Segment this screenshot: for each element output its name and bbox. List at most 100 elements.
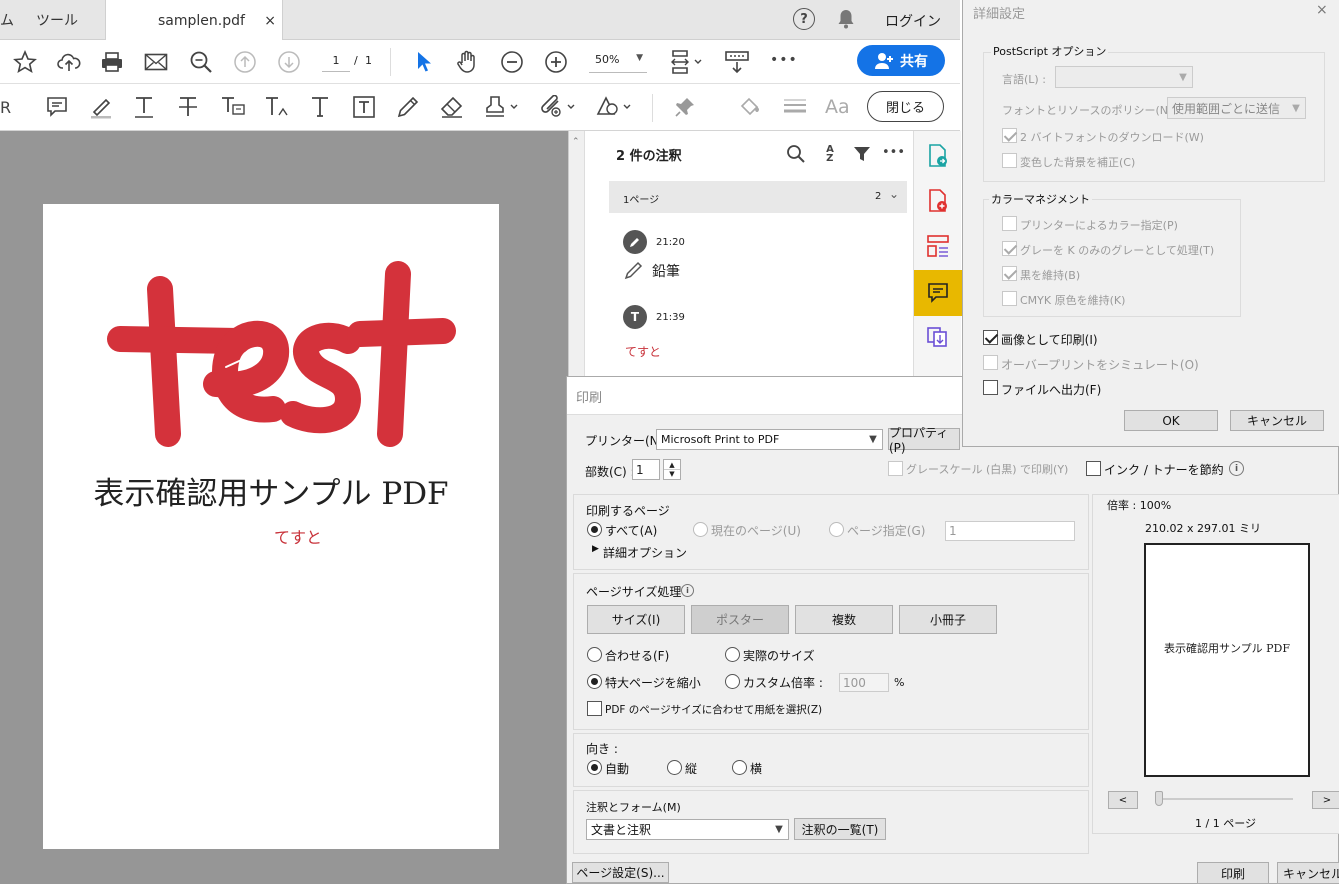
comment-tool-selected[interactable] bbox=[914, 270, 962, 316]
attach-icon[interactable] bbox=[538, 94, 578, 120]
copies-stepper[interactable]: ▲ ▼ bbox=[663, 459, 681, 480]
tab-document[interactable]: samplen.pdf × bbox=[105, 0, 283, 41]
preview-slider-track[interactable] bbox=[1155, 798, 1293, 800]
close-icon[interactable]: × bbox=[1316, 2, 1328, 18]
stamp-icon[interactable] bbox=[481, 94, 521, 120]
copies-input[interactable]: 1 bbox=[632, 459, 660, 480]
comments-list-button[interactable]: 注釈の一覧(T) bbox=[794, 818, 886, 840]
page-setup-button[interactable]: ページ設定(S)... bbox=[572, 862, 669, 883]
combine-files-icon[interactable] bbox=[926, 325, 950, 351]
font-size-icon[interactable]: Aa bbox=[825, 96, 850, 118]
close-icon[interactable]: × bbox=[264, 13, 276, 29]
poster-button[interactable]: ポスター bbox=[691, 605, 789, 634]
print-button[interactable]: 印刷 bbox=[1197, 862, 1269, 884]
info-icon[interactable]: i bbox=[681, 584, 694, 597]
properties-button[interactable]: プロパティ(P) bbox=[888, 426, 960, 455]
comment-group-header[interactable]: 1ページ 2 ⌄ bbox=[609, 181, 907, 213]
print-as-image-checkbox[interactable] bbox=[983, 330, 998, 345]
shrink-radio[interactable] bbox=[587, 674, 602, 689]
stepper-down-icon[interactable]: ▼ bbox=[664, 470, 680, 479]
save-ink-checkbox[interactable] bbox=[1086, 461, 1101, 476]
preview-slider-thumb[interactable] bbox=[1155, 791, 1163, 806]
sort-icon[interactable]: AZ bbox=[819, 143, 841, 165]
custom-scale-input[interactable]: 100 bbox=[839, 673, 889, 692]
page-spec-radio[interactable] bbox=[829, 522, 844, 537]
choose-paper-checkbox[interactable] bbox=[587, 701, 602, 716]
organize-pages-icon[interactable] bbox=[926, 233, 950, 259]
more-options-icon[interactable]: ••• bbox=[882, 145, 905, 160]
sticky-note-icon[interactable] bbox=[44, 94, 70, 120]
close-tool-button[interactable]: 閉じる bbox=[867, 91, 944, 122]
bell-icon[interactable] bbox=[835, 8, 857, 30]
select-cursor-icon[interactable] bbox=[411, 49, 437, 75]
fix-background-checkbox[interactable] bbox=[1002, 153, 1017, 168]
bookmark-star-icon[interactable] bbox=[12, 49, 38, 75]
page-range-input[interactable]: 1 bbox=[945, 521, 1075, 541]
next-page-button[interactable]: > bbox=[1312, 791, 1339, 809]
pdf-page[interactable]: 表示確認用サンプル PDF てすと bbox=[43, 204, 499, 849]
multiple-button[interactable]: 複数 bbox=[795, 605, 893, 634]
font-policy-select[interactable]: 使用範囲ごとに送信 ▼ bbox=[1167, 97, 1306, 119]
keep-black-checkbox[interactable] bbox=[1002, 266, 1017, 281]
info-icon[interactable]: i bbox=[1229, 461, 1244, 476]
prev-page-button[interactable]: < bbox=[1108, 791, 1138, 809]
line-weight-icon[interactable] bbox=[781, 94, 809, 120]
triangle-right-icon[interactable]: ▶ bbox=[592, 544, 599, 554]
printer-select[interactable]: Microsoft Print to PDF ▼ bbox=[656, 429, 883, 450]
pin-icon[interactable] bbox=[672, 94, 698, 120]
comments-forms-select[interactable]: 文書と注釈 ▼ bbox=[586, 819, 789, 840]
pencil-annotation-drawing[interactable] bbox=[98, 249, 458, 459]
zoom-search-icon[interactable] bbox=[188, 49, 214, 75]
scroll-mode-icon[interactable] bbox=[723, 48, 751, 76]
export-pdf-icon[interactable] bbox=[926, 143, 950, 169]
grayscale-checkbox[interactable] bbox=[888, 461, 903, 476]
eraser-icon[interactable] bbox=[439, 94, 465, 120]
booklet-button[interactable]: 小冊子 bbox=[899, 605, 997, 634]
current-page-radio[interactable] bbox=[693, 522, 708, 537]
strikethrough-icon[interactable] bbox=[175, 94, 201, 120]
text-box-icon[interactable] bbox=[351, 94, 377, 120]
simulate-overprint-checkbox[interactable] bbox=[983, 355, 998, 370]
upload-cloud-icon[interactable] bbox=[56, 49, 82, 75]
all-pages-radio[interactable] bbox=[587, 522, 602, 537]
portrait-radio[interactable] bbox=[667, 760, 682, 775]
underline-text-icon[interactable] bbox=[131, 94, 157, 120]
download-2byte-checkbox[interactable] bbox=[1002, 128, 1017, 143]
page-down-icon[interactable] bbox=[276, 49, 302, 75]
hand-tool-icon[interactable] bbox=[455, 49, 481, 75]
zoom-out-icon[interactable] bbox=[499, 49, 525, 75]
pencil-icon[interactable] bbox=[395, 94, 421, 120]
more-icon[interactable]: ••• bbox=[770, 52, 798, 68]
comment-item[interactable]: 21:20 鉛筆 bbox=[609, 223, 907, 287]
zoom-in-icon[interactable] bbox=[543, 49, 569, 75]
shapes-icon[interactable] bbox=[594, 94, 634, 120]
page-up-icon[interactable] bbox=[232, 49, 258, 75]
fit-radio[interactable] bbox=[587, 647, 602, 662]
zoom-select[interactable]: 50% ▼ bbox=[589, 53, 647, 73]
highlighter-icon[interactable] bbox=[88, 94, 114, 120]
mail-icon[interactable] bbox=[143, 49, 169, 75]
login-link[interactable]: ログイン bbox=[885, 11, 941, 31]
replace-text-icon[interactable] bbox=[219, 94, 247, 120]
insert-text-icon[interactable] bbox=[263, 94, 291, 120]
language-select[interactable]: ▼ bbox=[1055, 66, 1193, 88]
tab-tools[interactable]: ツール bbox=[36, 0, 78, 40]
search-icon[interactable] bbox=[785, 143, 807, 165]
fit-page-icon[interactable] bbox=[668, 47, 704, 77]
ok-button[interactable]: OK bbox=[1124, 410, 1218, 431]
size-button[interactable]: サイズ(I) bbox=[587, 605, 685, 634]
stepper-up-icon[interactable]: ▲ bbox=[664, 460, 680, 470]
share-button[interactable]: 共有 bbox=[857, 45, 945, 76]
cancel-button[interactable]: キャンセル bbox=[1277, 862, 1339, 884]
custom-scale-radio[interactable] bbox=[725, 674, 740, 689]
auto-orientation-radio[interactable] bbox=[587, 760, 602, 775]
keep-cmyk-checkbox[interactable] bbox=[1002, 291, 1017, 306]
create-pdf-icon[interactable] bbox=[926, 188, 950, 214]
help-icon[interactable]: ? bbox=[793, 8, 815, 30]
fill-color-icon[interactable] bbox=[737, 94, 765, 120]
gray-k-checkbox[interactable] bbox=[1002, 241, 1017, 256]
page-number-input[interactable]: 1 bbox=[322, 52, 350, 72]
print-to-file-checkbox[interactable] bbox=[983, 380, 998, 395]
comment-item[interactable]: T 21:39 てすと bbox=[609, 299, 907, 363]
text-tool-icon[interactable] bbox=[307, 94, 333, 120]
